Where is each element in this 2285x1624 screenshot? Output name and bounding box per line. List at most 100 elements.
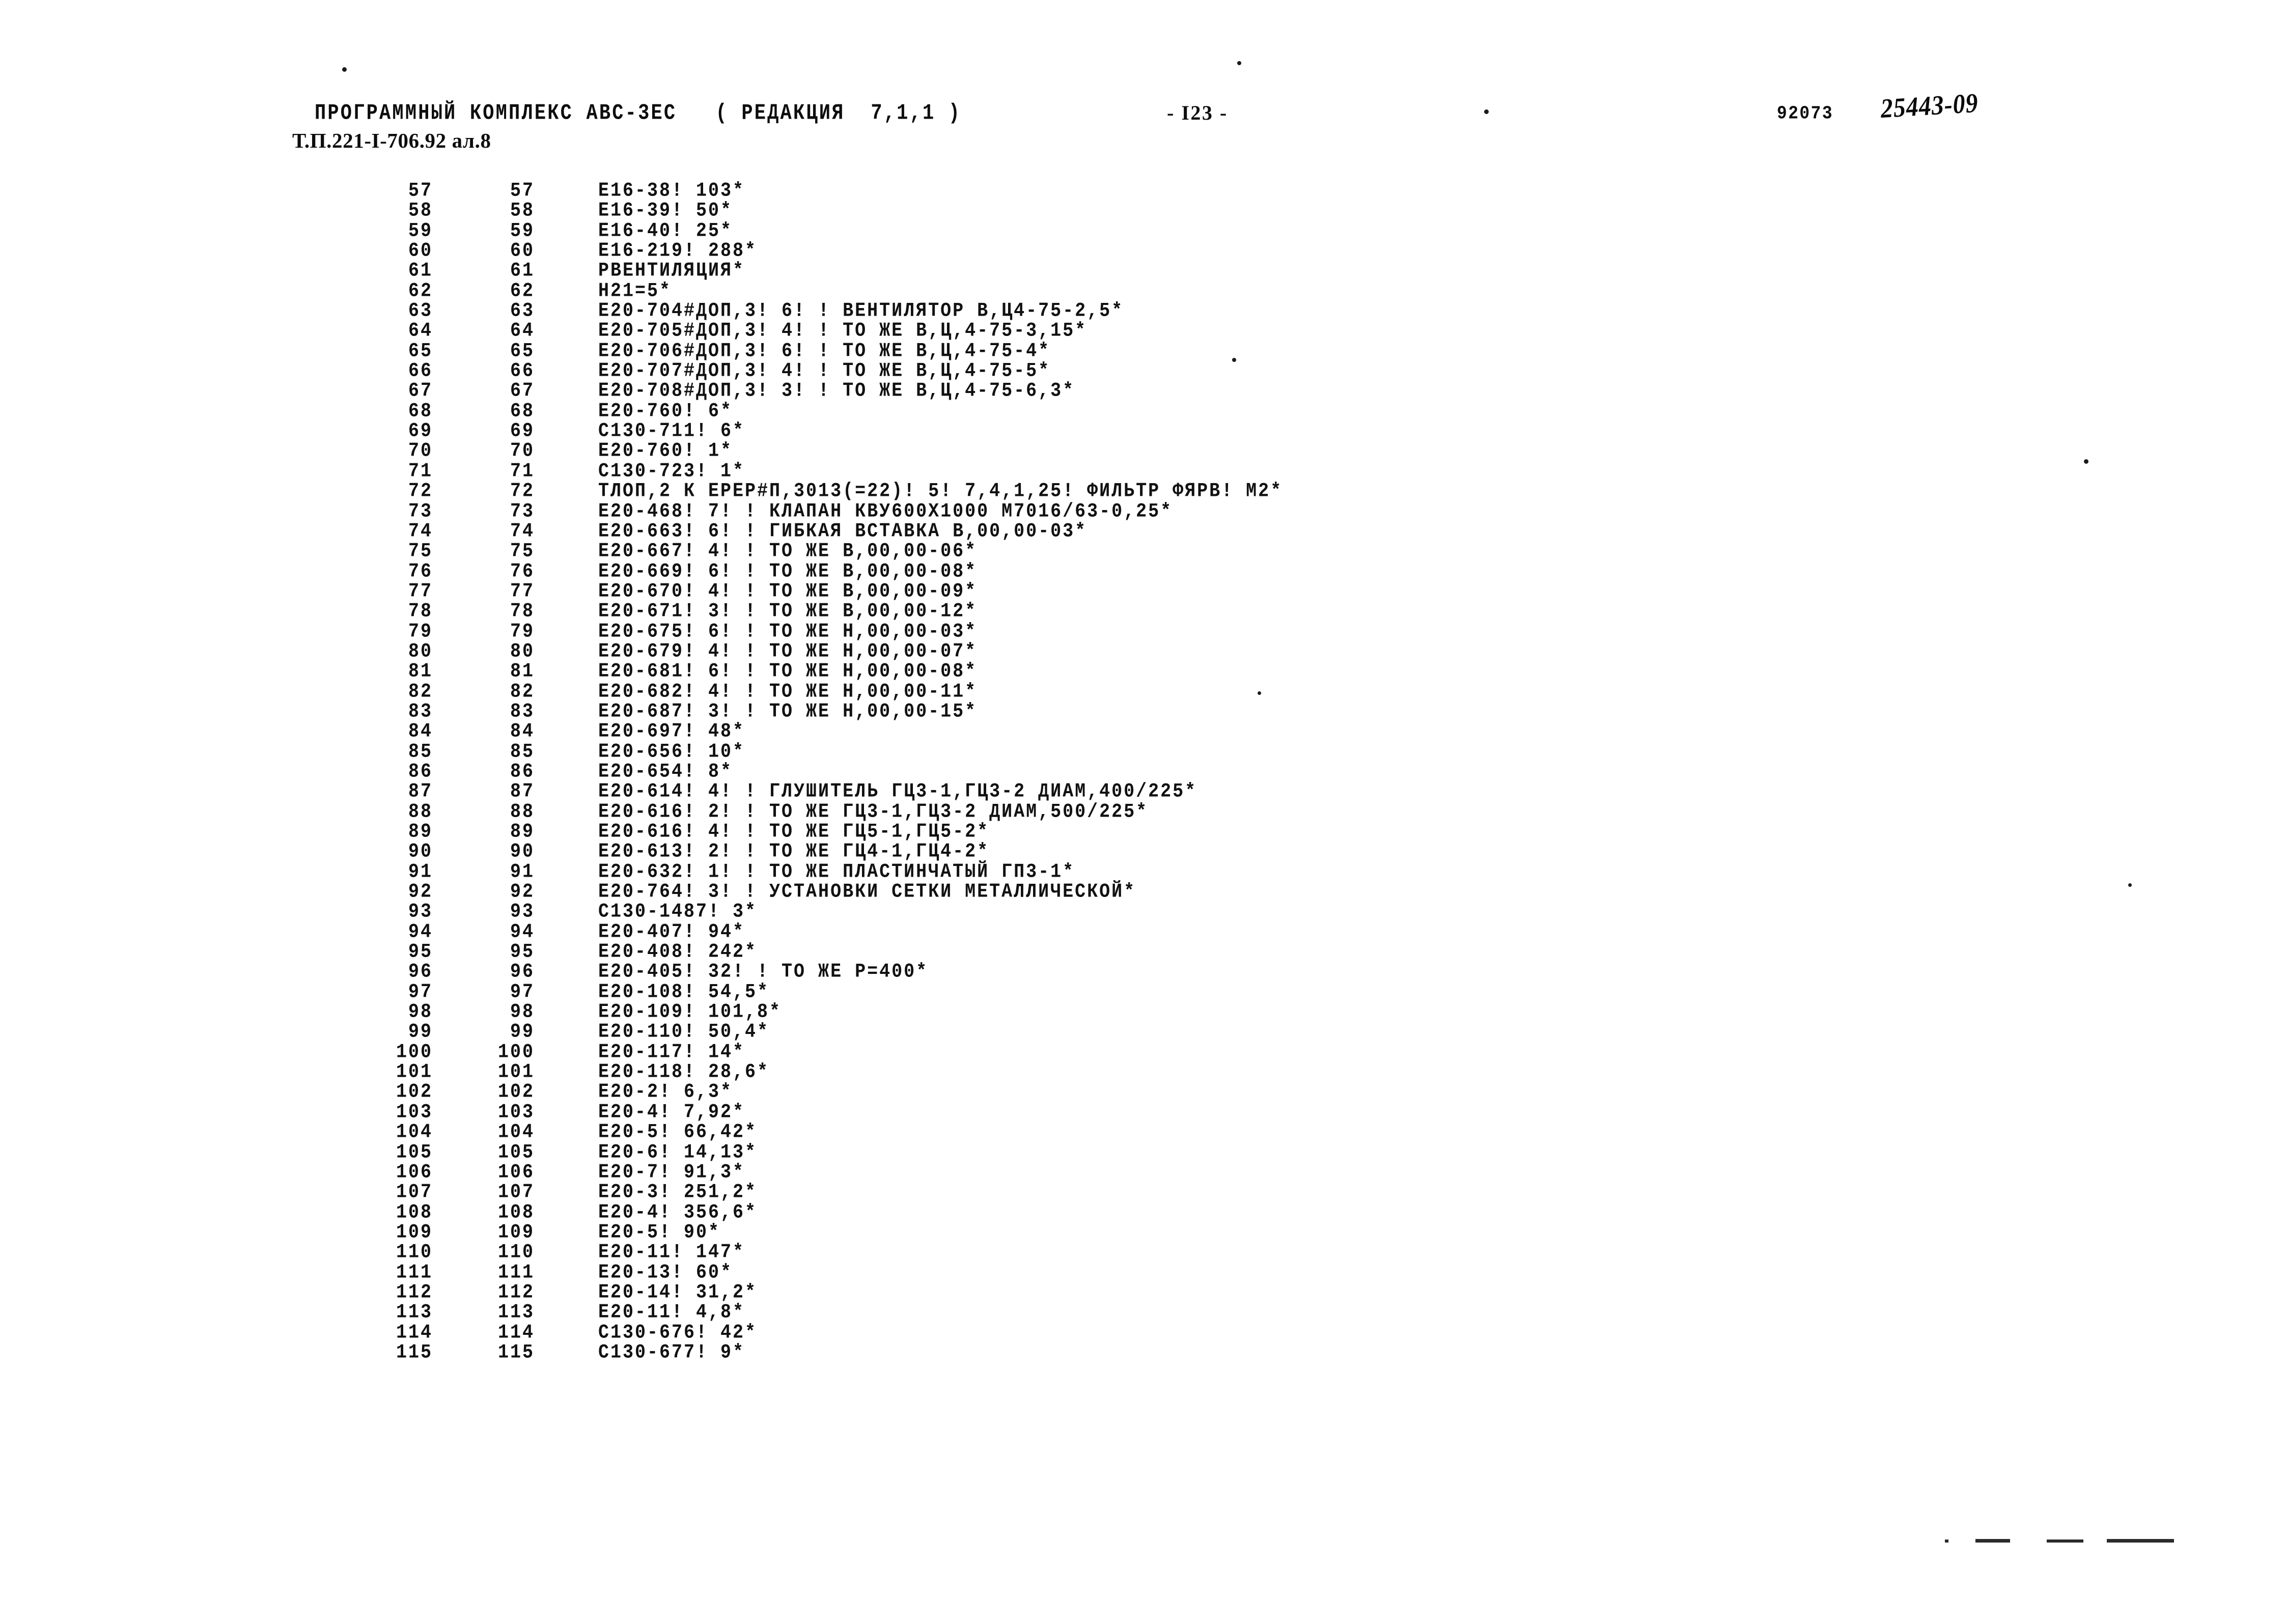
row-statement-text: E20-708#ДОП,3! 3! ! ТО ЖЕ В,Ц,4-75-6,3* xyxy=(598,379,1075,403)
row-line-number: 112 xyxy=(497,1280,535,1304)
listing-row: 87 87 E20-614! 4! ! ГЛУШИТЕЛЬ ГЦ3-1,ГЦ3-2 … xyxy=(0,780,2285,803)
row-statement-text: E20-760! 1* xyxy=(598,439,733,463)
row-statement-text: РВЕНТИЛЯЦИЯ* xyxy=(598,259,745,283)
row-sequence-number: 82 xyxy=(408,680,433,703)
row-statement-text: E20-7! 91,3* xyxy=(598,1160,745,1184)
row-statement-text: E20-669! 6! ! ТО ЖЕ В,00,00-08* xyxy=(598,559,978,583)
listing-row: 63 63 E20-704#ДОП,3! 6! ! ВЕНТИЛЯТОР В,Ц4-… xyxy=(0,299,2285,322)
row-line-number: 80 xyxy=(510,639,535,663)
listing-row: 100 100 E20-117! 14* xyxy=(0,1040,2285,1063)
row-statement-text: E20-682! 4! ! ТО ЖЕ Н,00,00-11* xyxy=(598,680,978,703)
row-statement-text: E20-656! 10* xyxy=(598,740,745,763)
row-sequence-number: 99 xyxy=(408,1020,433,1044)
row-sequence-number: 75 xyxy=(408,540,433,563)
row-sequence-number: 74 xyxy=(408,519,433,543)
listing-row: 68 68 E20-760! 6* xyxy=(0,400,2285,423)
row-line-number: 70 xyxy=(510,439,535,463)
row-line-number: 105 xyxy=(497,1140,535,1164)
listing-row: 95 95 E20-408! 242* xyxy=(0,940,2285,963)
row-line-number: 76 xyxy=(510,559,535,583)
listing-row: 86 86 E20-654! 8* xyxy=(0,760,2285,783)
row-sequence-number: 108 xyxy=(396,1200,433,1224)
listing-row: 113 113 E20-11! 4,8* xyxy=(0,1301,2285,1324)
row-sequence-number: 114 xyxy=(396,1321,433,1344)
row-sequence-number: 104 xyxy=(396,1121,433,1143)
row-sequence-number: 58 xyxy=(408,199,433,222)
listing-row: 98 98 E20-109! 101,8* xyxy=(0,1000,2285,1023)
row-line-number: 64 xyxy=(510,319,535,343)
listing-row: 107 107 E20-3! 251,2* xyxy=(0,1181,2285,1203)
listing-row: 102 102 E20-2! 6,3* xyxy=(0,1080,2285,1104)
row-statement-text: E20-675! 6! ! ТО ЖЕ Н,00,00-03* xyxy=(598,620,978,643)
row-line-number: 103 xyxy=(497,1100,535,1124)
row-line-number: 65 xyxy=(510,339,535,362)
row-sequence-number: 94 xyxy=(408,920,433,943)
row-line-number: 102 xyxy=(497,1080,535,1104)
row-line-number: 79 xyxy=(510,620,535,643)
row-sequence-number: 112 xyxy=(396,1280,433,1304)
row-statement-text: C130-723! 1* xyxy=(598,459,745,483)
listing-row: 88 88 E20-616! 2! ! ТО ЖЕ ГЦ3-1,ГЦ3-2 ДИАМ… xyxy=(0,800,2285,823)
listing-row: 62 62 Н21=5* xyxy=(0,279,2285,302)
row-statement-text: E20-14! 31,2* xyxy=(598,1280,758,1304)
row-line-number: 62 xyxy=(510,279,535,302)
listing-row: 74 74 E20-663! 6! ! ГИБКАЯ ВСТАВКА В,00,00… xyxy=(0,519,2285,543)
row-statement-text: E20-405! 32! ! ТО ЖЕ Р=400* xyxy=(598,960,929,984)
row-sequence-number: 102 xyxy=(396,1080,433,1104)
listing-row: 83 83 E20-687! 3! ! ТО ЖЕ Н,00,00-15* xyxy=(0,700,2285,723)
row-sequence-number: 68 xyxy=(408,399,433,423)
row-sequence-number: 77 xyxy=(408,579,433,603)
row-sequence-number: 103 xyxy=(396,1100,433,1124)
listing-row: 81 81 E20-681! 6! ! ТО ЖЕ Н,00,00-08* xyxy=(0,660,2285,683)
row-line-number: 106 xyxy=(497,1160,535,1184)
row-line-number: 85 xyxy=(510,740,535,763)
row-line-number: 94 xyxy=(510,920,535,943)
row-statement-text: E20-11! 147* xyxy=(598,1241,745,1264)
listing-row: 85 85 E20-656! 10* xyxy=(0,740,2285,763)
listing-row: 94 94 E20-407! 94* xyxy=(0,920,2285,943)
row-sequence-number: 93 xyxy=(408,900,433,923)
listing-row: 60 60 E16-219! 288* xyxy=(0,239,2285,262)
row-statement-text: E20-4! 7,92* xyxy=(598,1100,745,1124)
row-line-number: 109 xyxy=(497,1220,535,1244)
row-sequence-number: 67 xyxy=(408,379,433,403)
row-line-number: 100 xyxy=(497,1040,535,1063)
row-statement-text: E20-407! 94* xyxy=(598,920,745,943)
listing-row: 114 114 C130-676! 42* xyxy=(0,1321,2285,1344)
row-statement-text: E20-679! 4! ! ТО ЖЕ Н,00,00-07* xyxy=(598,639,978,663)
row-statement-text: C130-676! 42* xyxy=(598,1321,758,1344)
row-sequence-number: 87 xyxy=(408,780,433,803)
job-code: 92073 xyxy=(1777,103,1834,124)
listing-row: 110 110 E20-11! 147* xyxy=(0,1241,2285,1264)
row-statement-text: E20-670! 4! ! ТО ЖЕ В,00,00-09* xyxy=(598,579,978,603)
row-line-number: 115 xyxy=(497,1340,535,1364)
listing-row: 84 84 E20-697! 48* xyxy=(0,720,2285,743)
row-sequence-number: 64 xyxy=(408,319,433,343)
row-line-number: 99 xyxy=(510,1020,535,1044)
row-statement-text: E20-706#ДОП,3! 6! ! ТО ЖЕ В,Ц,4-75-4* xyxy=(598,339,1051,362)
row-statement-text: E20-616! 2! ! ТО ЖЕ ГЦ3-1,ГЦ3-2 ДИАМ,500… xyxy=(598,800,1149,823)
row-sequence-number: 73 xyxy=(408,499,433,523)
listing-row: 76 76 E20-669! 6! ! ТО ЖЕ В,00,00-08* xyxy=(0,559,2285,583)
row-sequence-number: 113 xyxy=(396,1301,433,1324)
listing-row: 91 91 E20-632! 1! ! ТО ЖЕ ПЛАСТИНЧАТЫЙ ГП3… xyxy=(0,860,2285,883)
listing-row: 73 73 E20-468! 7! ! КЛАПАН КВУ600Х1000 М70… xyxy=(0,499,2285,523)
listing-row: 109 109 E20-5! 90* xyxy=(0,1220,2285,1244)
listing-row: 90 90 E20-613! 2! ! ТО ЖЕ ГЦ4-1,ГЦ4-2* xyxy=(0,840,2285,863)
listing-row: 69 69 C130-711! 6* xyxy=(0,419,2285,442)
printout-listing: 57 57 E16-38! 103* 58 58 E16-39! 50* 59 59 E16-4… xyxy=(0,179,2285,1364)
row-line-number: 75 xyxy=(510,540,535,563)
row-line-number: 87 xyxy=(510,780,535,803)
scanned-page: ПРОГРАММНЫЙ КОМПЛЕКС АВС-3ЕС ( РЕДАКЦИЯ … xyxy=(0,0,2285,1624)
document-designation: Т.П.221-I-706.92 ал.8 xyxy=(292,129,491,152)
row-statement-text: E20-3! 251,2* xyxy=(598,1181,758,1203)
row-statement-text: E20-5! 90* xyxy=(598,1220,721,1244)
row-line-number: 111 xyxy=(497,1261,535,1284)
row-sequence-number: 97 xyxy=(408,980,433,1003)
listing-row: 72 72 ТЛОП,2 К ЕРЕР#П,3013(=22)! 5! 7,4,1,… xyxy=(0,480,2285,502)
row-statement-text: E20-117! 14* xyxy=(598,1040,745,1063)
listing-row: 70 70 E20-760! 1* xyxy=(0,439,2285,463)
row-sequence-number: 106 xyxy=(396,1160,433,1184)
row-sequence-number: 61 xyxy=(408,259,433,283)
row-statement-text: E20-613! 2! ! ТО ЖЕ ГЦ4-1,ГЦ4-2* xyxy=(598,840,990,863)
